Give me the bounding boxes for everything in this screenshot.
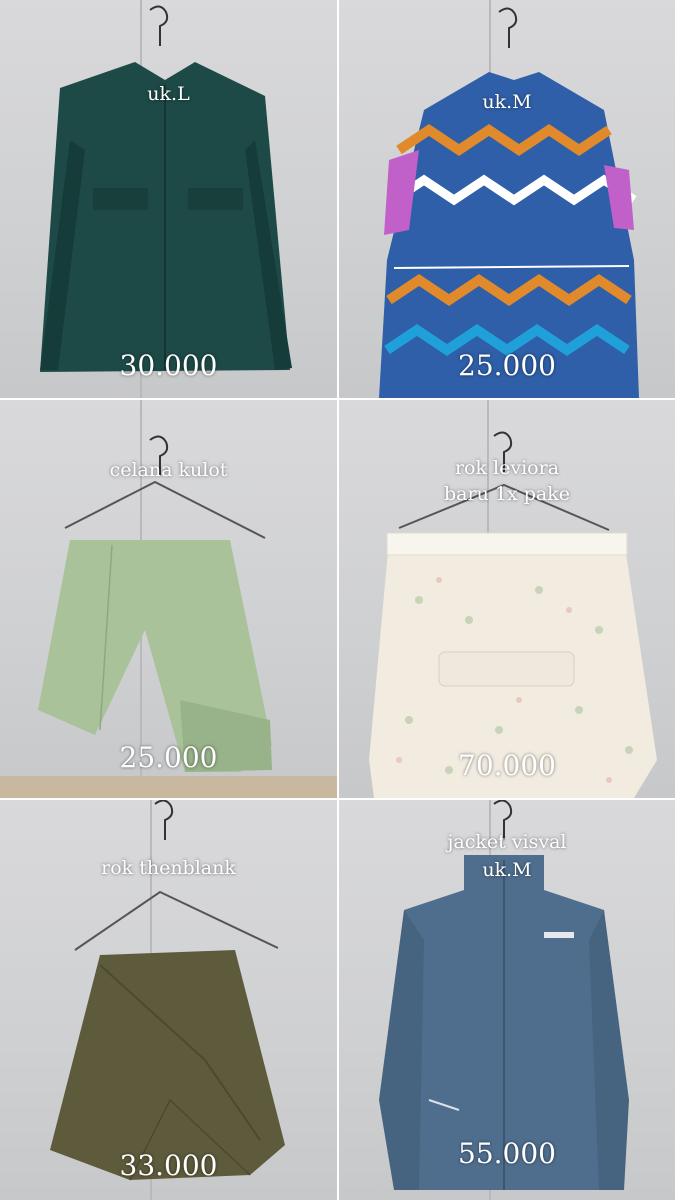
item-label-line2: baru 1x pake — [444, 483, 570, 505]
item-price: 25.000 — [119, 741, 218, 774]
item-label-line1: jacket visval — [447, 831, 567, 853]
photo-teal-blouse: uk.L 30.000 — [0, 0, 337, 398]
item-label: uk.M — [482, 91, 532, 113]
item-label-line2: uk.M — [482, 859, 532, 881]
photo-jacket-visval: jacket visval uk.M 55.000 — [339, 800, 675, 1200]
item-label-line1: rok leviora — [454, 457, 560, 479]
zigzag-dress-image — [379, 7, 639, 398]
photo-zigzag-dress: uk.M 25.000 — [339, 0, 675, 398]
item-price: 55.000 — [458, 1137, 556, 1170]
item-price: 30.000 — [119, 349, 218, 382]
item-price: 25.000 — [458, 349, 556, 382]
photo-celana-kulot: celana kulot 25.000 — [0, 400, 337, 798]
photo-collage: uk.L 30.000 uk.M 25.000 celana kulot 25.… — [0, 0, 675, 1200]
item-label: celana kulot — [109, 459, 228, 481]
item-price: 33.000 — [119, 1149, 218, 1182]
photo-rok-thenblank: rok thenblank 33.000 — [0, 800, 337, 1200]
item-price: 70.000 — [458, 749, 556, 782]
teal-blouse-image — [40, 5, 292, 372]
item-label: uk.L — [147, 83, 190, 105]
item-label: rok thenblank — [101, 857, 236, 879]
photo-rok-leviora: rok leviora baru 1x pake 70.000 — [339, 400, 675, 798]
